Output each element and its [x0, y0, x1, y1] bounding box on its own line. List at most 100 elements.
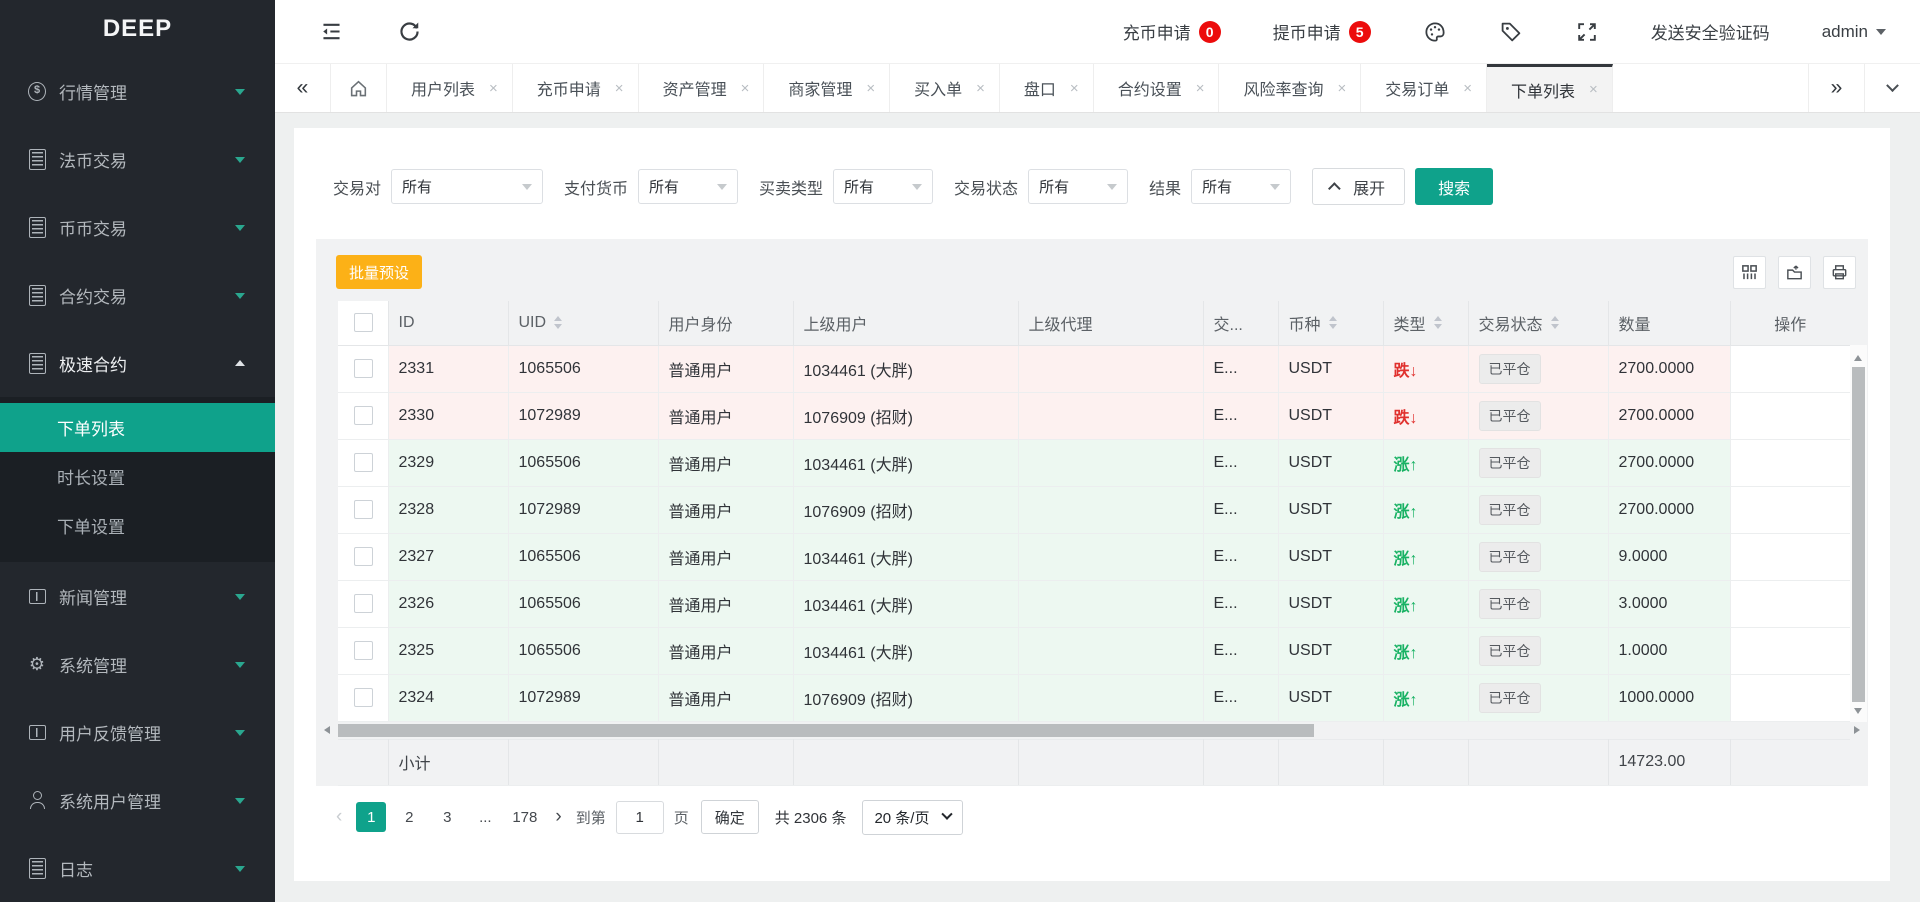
row-checkbox[interactable]: [354, 359, 373, 378]
header-id[interactable]: ID: [388, 301, 508, 345]
deposit-requests-link[interactable]: 充币申请 0: [1123, 19, 1221, 44]
scroll-down-icon[interactable]: [1854, 708, 1862, 718]
row-checkbox[interactable]: [354, 406, 373, 425]
refresh-button[interactable]: [398, 20, 421, 43]
tab-close-icon[interactable]: ×: [866, 80, 875, 97]
tab-close-icon[interactable]: ×: [615, 80, 624, 97]
tab-close-icon[interactable]: ×: [741, 80, 750, 97]
header-identity[interactable]: 用户身份: [658, 301, 793, 345]
header-amount[interactable]: 数量: [1608, 301, 1730, 345]
filter-select[interactable]: 所有: [391, 169, 543, 204]
row-checkbox-cell: [338, 439, 388, 486]
tabs-scroll-right-button[interactable]: »: [1808, 64, 1864, 112]
send-security-code-button[interactable]: 发送安全验证码: [1651, 19, 1770, 44]
sidebar-item-0[interactable]: 行情管理: [0, 57, 275, 125]
sort-icon[interactable]: [554, 312, 562, 333]
tab-3[interactable]: 商家管理 ×: [764, 64, 890, 112]
scroll-left-icon[interactable]: [320, 726, 330, 734]
header-agent[interactable]: 上级代理: [1018, 301, 1203, 345]
next-page-button[interactable]: ›: [555, 806, 561, 828]
select-all-checkbox[interactable]: [354, 313, 373, 332]
tab-0[interactable]: 用户列表 ×: [387, 64, 513, 112]
page-button-1[interactable]: 2: [394, 802, 424, 832]
horizontal-scrollbar-thumb[interactable]: [338, 724, 1314, 737]
goto-confirm-button[interactable]: 确定: [701, 800, 759, 834]
sort-icon[interactable]: [1551, 312, 1559, 333]
header-coin[interactable]: 币种: [1278, 301, 1383, 345]
vertical-scrollbar-thumb[interactable]: [1852, 367, 1865, 702]
prev-page-button[interactable]: ‹: [336, 806, 342, 828]
user-menu[interactable]: admin: [1822, 22, 1886, 42]
sidebar-bottom-item-0[interactable]: 新闻管理: [0, 562, 275, 630]
sidebar-bottom-item-2[interactable]: 用户反馈管理: [0, 698, 275, 766]
filter-select[interactable]: 所有: [1028, 169, 1128, 204]
header-status[interactable]: 交易状态: [1468, 301, 1608, 345]
tabs-menu-button[interactable]: [1864, 64, 1920, 112]
search-button[interactable]: 搜索: [1415, 168, 1493, 205]
tab-close-icon[interactable]: ×: [1070, 80, 1079, 97]
tab-5[interactable]: 盘口 ×: [1000, 64, 1094, 112]
print-button[interactable]: [1823, 256, 1856, 289]
filter-select[interactable]: 所有: [1191, 169, 1291, 204]
tab-close-icon[interactable]: ×: [1463, 80, 1472, 97]
vertical-scrollbar[interactable]: [1850, 345, 1867, 722]
page-button-0[interactable]: 1: [356, 802, 386, 832]
sidebar-item-speed-contract[interactable]: 极速合约: [0, 329, 275, 397]
header-parent[interactable]: 上级用户: [793, 301, 1018, 345]
sidebar-bottom-item-3[interactable]: 系统用户管理: [0, 766, 275, 834]
tab-close-icon[interactable]: ×: [976, 80, 985, 97]
tag-button[interactable]: [1499, 20, 1523, 44]
filter-select[interactable]: 所有: [638, 169, 738, 204]
expand-filters-button[interactable]: 展开: [1312, 168, 1405, 205]
scroll-up-icon[interactable]: [1854, 351, 1862, 361]
row-checkbox[interactable]: [354, 500, 373, 519]
home-tab-button[interactable]: [331, 64, 387, 112]
page-button-4[interactable]: 178: [508, 802, 541, 832]
tab-1[interactable]: 充币申请 ×: [513, 64, 639, 112]
tab-close-icon[interactable]: ×: [1337, 80, 1346, 97]
tab-close-icon[interactable]: ×: [1589, 81, 1598, 98]
scroll-right-icon[interactable]: [1854, 726, 1864, 734]
tab-6[interactable]: 合约设置 ×: [1094, 64, 1220, 112]
withdraw-requests-link[interactable]: 提币申请 5: [1273, 19, 1371, 44]
fullscreen-button[interactable]: [1575, 20, 1599, 44]
sidebar-item-1[interactable]: 法币交易: [0, 125, 275, 193]
row-checkbox[interactable]: [354, 688, 373, 707]
sidebar-subitem-1[interactable]: 时长设置: [0, 452, 275, 501]
sort-icon[interactable]: [1329, 312, 1337, 333]
columns-settings-button[interactable]: [1733, 256, 1766, 289]
tab-9[interactable]: 下单列表 ×: [1487, 64, 1613, 112]
header-pair[interactable]: 交...: [1203, 301, 1278, 345]
batch-preset-button[interactable]: 批量预设: [336, 255, 422, 289]
sidebar-item-2[interactable]: 币币交易: [0, 193, 275, 261]
row-checkbox[interactable]: [354, 594, 373, 613]
sidebar-subitem-0[interactable]: 下单列表: [0, 403, 275, 452]
sidebar-bottom-item-4[interactable]: 日志: [0, 834, 275, 902]
sort-icon[interactable]: [1434, 312, 1442, 333]
row-checkbox[interactable]: [354, 547, 373, 566]
row-checkbox[interactable]: [354, 453, 373, 472]
header-uid-label: UID: [519, 314, 547, 332]
theme-button[interactable]: [1423, 20, 1447, 44]
sidebar-bottom-item-1[interactable]: 系统管理: [0, 630, 275, 698]
horizontal-scrollbar[interactable]: [316, 722, 1868, 739]
header-uid[interactable]: UID: [508, 301, 658, 345]
export-button[interactable]: [1778, 256, 1811, 289]
tab-8[interactable]: 交易订单 ×: [1361, 64, 1487, 112]
tab-2[interactable]: 资产管理 ×: [639, 64, 765, 112]
page-button-3[interactable]: ...: [470, 802, 500, 832]
tab-7[interactable]: 风险率查询 ×: [1219, 64, 1361, 112]
tab-4[interactable]: 买入单 ×: [890, 64, 1000, 112]
sidebar-item-3[interactable]: 合约交易: [0, 261, 275, 329]
header-type[interactable]: 类型: [1383, 301, 1468, 345]
page-size-select[interactable]: 20 条/页: [862, 800, 963, 835]
tab-close-icon[interactable]: ×: [1196, 80, 1205, 97]
page-button-2[interactable]: 3: [432, 802, 462, 832]
tabs-scroll-left-button[interactable]: «: [275, 64, 331, 112]
collapse-sidebar-button[interactable]: [320, 20, 343, 43]
tab-close-icon[interactable]: ×: [489, 80, 498, 97]
row-checkbox[interactable]: [354, 641, 373, 660]
filter-select[interactable]: 所有: [833, 169, 933, 204]
sidebar-subitem-2[interactable]: 下单设置: [0, 501, 275, 550]
goto-page-input[interactable]: [616, 801, 664, 834]
